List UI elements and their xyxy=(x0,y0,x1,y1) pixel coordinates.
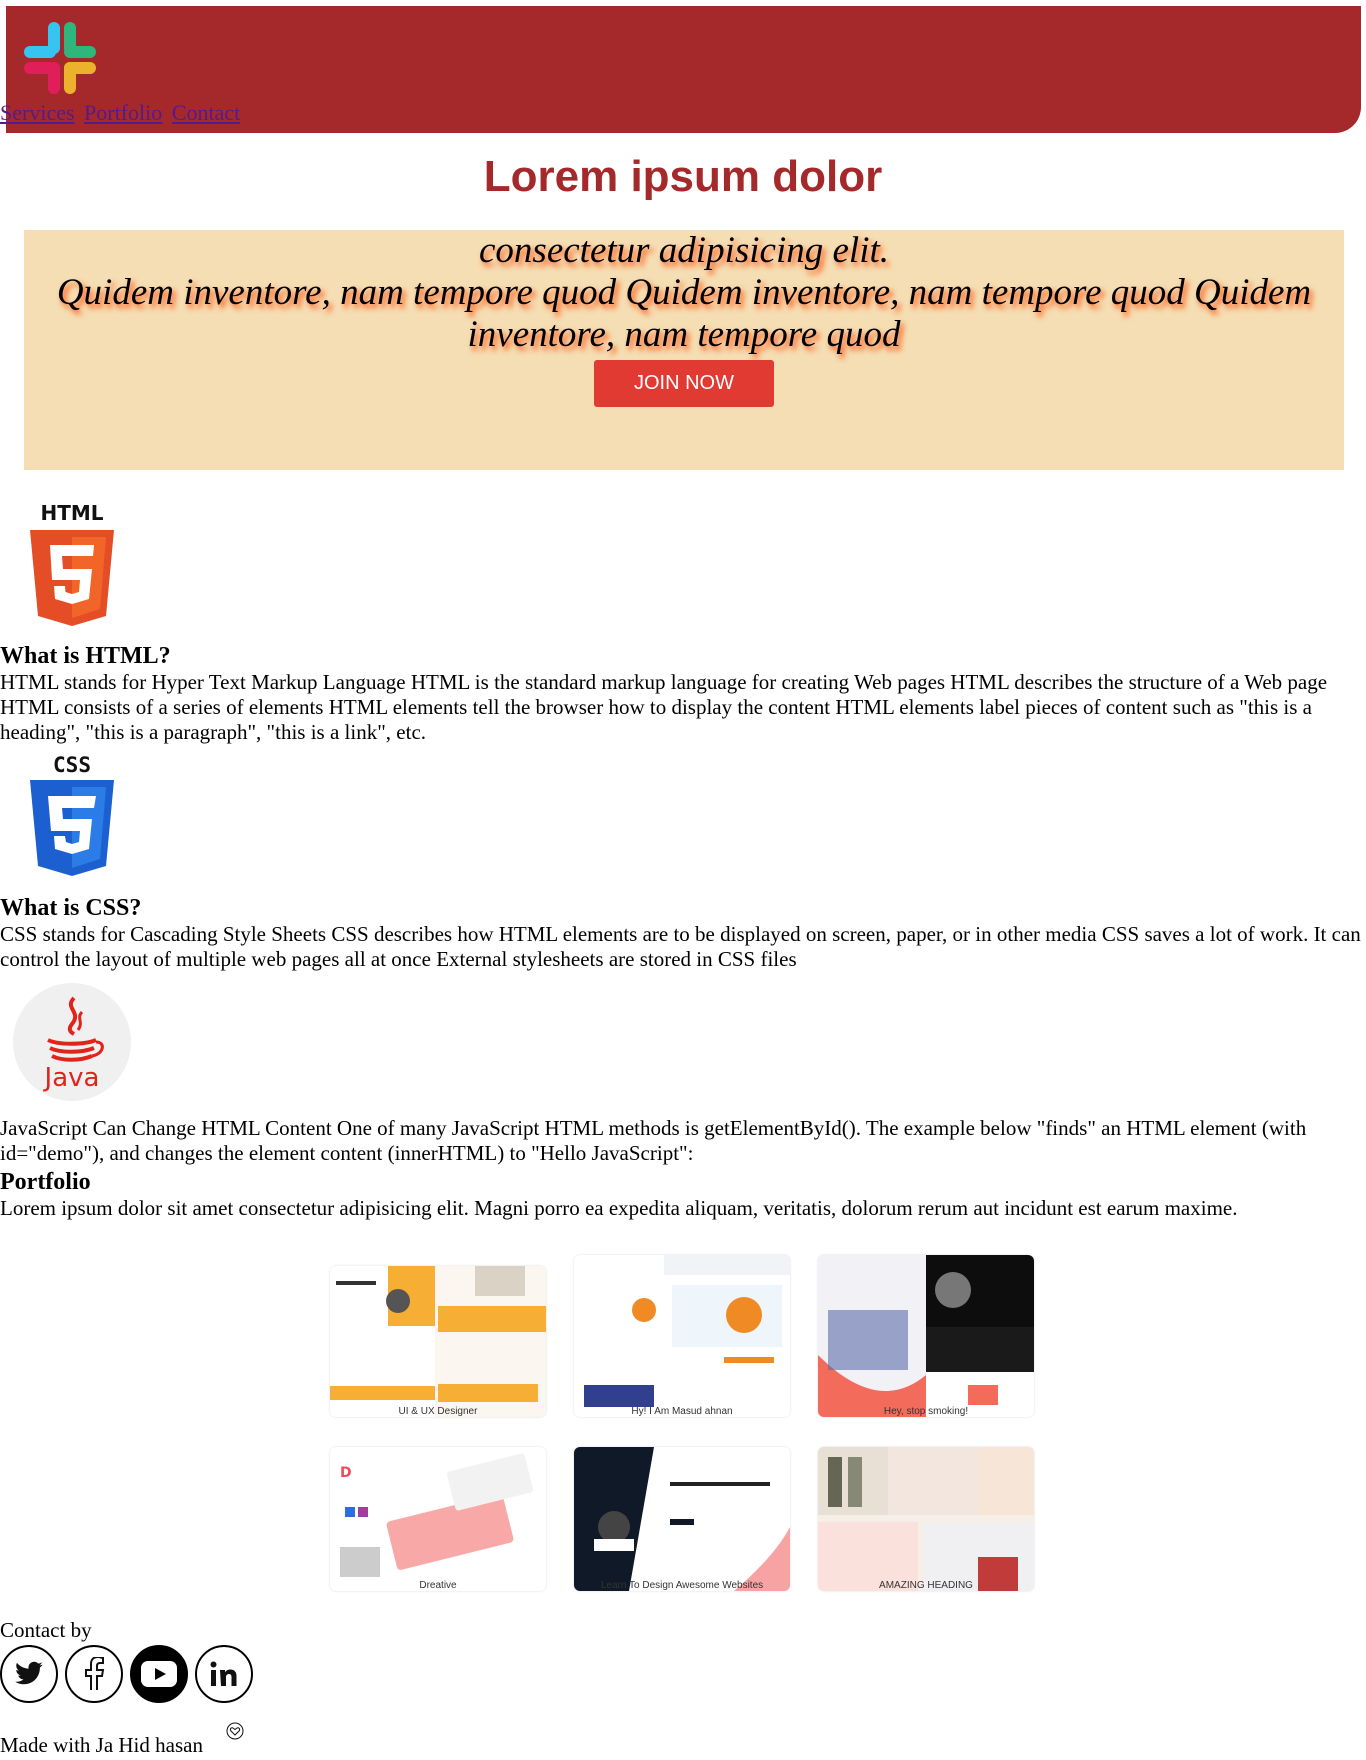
banner-line-2: Quidem inventore, nam tempore quod Quide… xyxy=(56,272,1312,355)
html-heading: What is HTML? xyxy=(0,643,171,669)
portfolio-caption: UI & UX Designer xyxy=(398,1406,478,1417)
css3-logo-icon: CSS xyxy=(28,752,116,885)
portfolio-heading: Portfolio xyxy=(0,1169,91,1195)
twitter-icon[interactable] xyxy=(0,1645,58,1703)
contact-label: Contact by xyxy=(0,1618,92,1642)
hero-banner: consectetur adipisicing elit. Quidem inv… xyxy=(24,230,1344,470)
join-now-button[interactable]: JOIN NOW xyxy=(594,360,774,407)
portfolio-caption: Learn To Design Awesome Websites xyxy=(600,1580,764,1591)
portfolio-item[interactable]: Hey, stop smoking! xyxy=(818,1255,1034,1417)
portfolio-caption: Hey, stop smoking! xyxy=(883,1406,969,1417)
hero-title: Lorem ipsum dolor xyxy=(483,152,883,201)
svg-text:D: D xyxy=(340,1465,352,1481)
nav-portfolio[interactable]: Portfolio xyxy=(84,100,162,125)
facebook-icon[interactable] xyxy=(65,1645,123,1703)
css-section: What is CSS? CSS stands for Cascading St… xyxy=(0,894,1366,972)
portfolio-item[interactable]: Hy! I Am Masud ahnan xyxy=(574,1255,790,1417)
css-description: CSS stands for Cascading Style Sheets CS… xyxy=(0,922,1361,971)
made-with-credit: Made with Ja Hid hasan xyxy=(0,1733,203,1757)
svg-text:Java: Java xyxy=(43,1063,100,1093)
portfolio-section: Portfolio Lorem ipsum dolor sit amet con… xyxy=(0,1168,1366,1221)
svg-text:HTML: HTML xyxy=(40,501,103,525)
svg-text:CSS: CSS xyxy=(53,753,91,777)
linkedin-icon[interactable] xyxy=(195,1645,253,1703)
youtube-icon[interactable] xyxy=(130,1645,188,1703)
heart-icon xyxy=(226,1722,244,1740)
banner-line-1: consectetur adipisicing elit. xyxy=(479,230,889,271)
js-description: JavaScript Can Change HTML Content One o… xyxy=(0,1116,1307,1165)
portfolio-description: Lorem ipsum dolor sit amet consectetur a… xyxy=(0,1196,1238,1220)
css-heading: What is CSS? xyxy=(0,895,142,921)
banner-text: consectetur adipisicing elit. Quidem inv… xyxy=(24,230,1344,356)
portfolio-caption: AMAZING HEADING xyxy=(879,1580,973,1591)
js-section: JavaScript Can Change HTML Content One o… xyxy=(0,1116,1366,1166)
java-logo-icon: Java xyxy=(12,982,132,1107)
portfolio-item[interactable]: UI & UX Designer xyxy=(330,1266,546,1417)
html5-logo-icon: HTML xyxy=(28,500,116,633)
portfolio-caption: Hy! I Am Masud ahnan xyxy=(631,1406,733,1417)
portfolio-item[interactable]: Learn To Design Awesome Websites xyxy=(574,1447,790,1591)
portfolio-caption: Dreative xyxy=(419,1580,457,1591)
main-nav: Services Portfolio Contact xyxy=(0,100,244,126)
slack-logo-icon[interactable] xyxy=(18,16,102,100)
html-description: HTML stands for Hyper Text Markup Langua… xyxy=(0,670,1328,744)
portfolio-item[interactable]: AMAZING HEADING xyxy=(818,1447,1034,1591)
html-section: What is HTML? HTML stands for Hyper Text… xyxy=(0,642,1366,745)
nav-contact[interactable]: Contact xyxy=(172,100,240,125)
nav-services[interactable]: Services xyxy=(0,100,75,125)
portfolio-item[interactable]: D Dreative xyxy=(330,1447,546,1591)
